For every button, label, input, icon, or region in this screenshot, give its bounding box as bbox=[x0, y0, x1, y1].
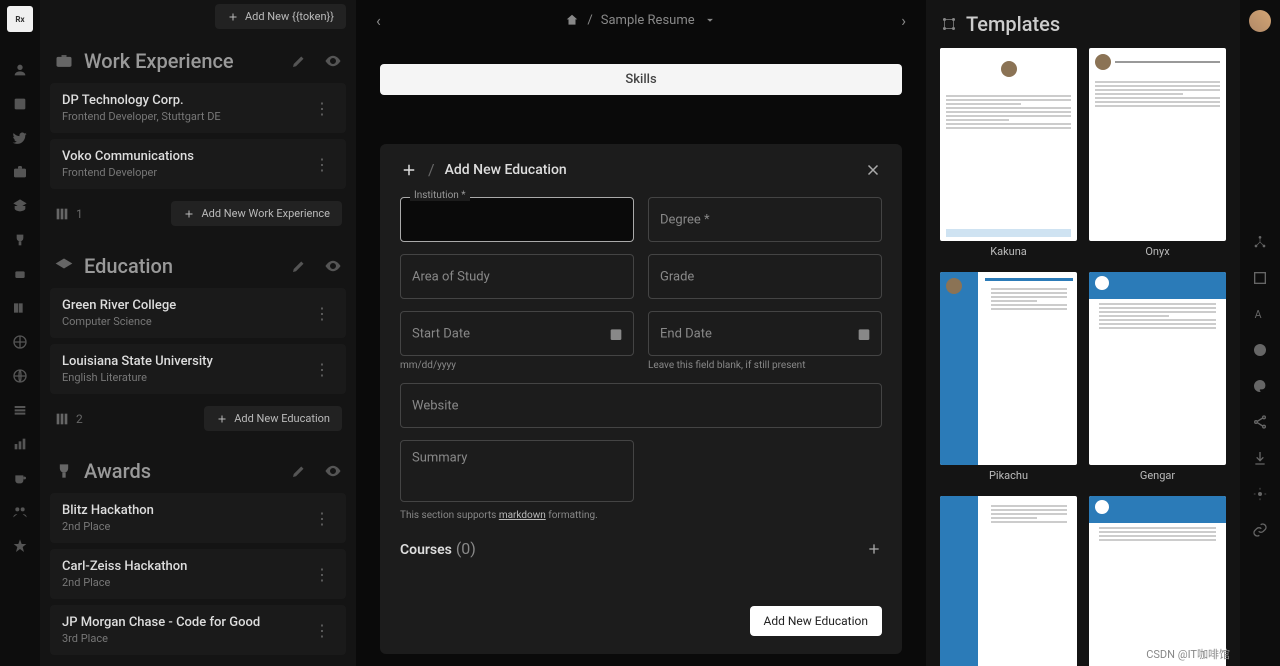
item-menu-icon[interactable]: ⋮ bbox=[310, 356, 334, 383]
visibility-icon[interactable] bbox=[324, 257, 342, 275]
trophy-icon bbox=[54, 461, 74, 481]
markdown-link[interactable]: markdown bbox=[499, 510, 546, 521]
next-arrow-icon[interactable]: › bbox=[893, 7, 914, 34]
compass-icon[interactable] bbox=[10, 332, 30, 352]
award-item[interactable]: JP Morgan Chase - Code for Good3rd Place… bbox=[50, 605, 346, 655]
chevron-down-icon bbox=[703, 13, 717, 27]
calendar-icon[interactable] bbox=[608, 326, 624, 342]
visibility-icon[interactable] bbox=[324, 462, 342, 480]
watermark: CSDN @IT咖啡馆 bbox=[1146, 646, 1230, 662]
download-icon[interactable] bbox=[1252, 450, 1268, 470]
award-item[interactable]: Blitz Hackathon2nd Place ⋮ bbox=[50, 493, 346, 543]
work-item[interactable]: DP Technology Corp.Frontend Developer, S… bbox=[50, 83, 346, 133]
calendar-icon[interactable] bbox=[856, 326, 872, 342]
edit-icon[interactable] bbox=[290, 462, 308, 480]
templates-panel: Templates Kakuna Onyx Pikachu Gengar bbox=[926, 0, 1240, 666]
app-logo[interactable]: Rx bbox=[7, 6, 33, 32]
star-icon[interactable] bbox=[10, 536, 30, 556]
breadcrumb[interactable]: / Sample Resume bbox=[565, 13, 716, 28]
section-header-work: Work Experience bbox=[50, 39, 346, 83]
prev-arrow-icon[interactable]: ‹ bbox=[368, 7, 389, 34]
education-modal: / Add New Education Institution * Degree… bbox=[380, 144, 902, 654]
close-icon[interactable] bbox=[864, 161, 882, 179]
item-menu-icon[interactable]: ⋮ bbox=[310, 561, 334, 588]
section-header-awards: Awards bbox=[50, 449, 346, 493]
award-item[interactable]: Carl-Zeiss Hackathon2nd Place ⋮ bbox=[50, 549, 346, 599]
modal-title: Add New Education bbox=[445, 162, 567, 178]
website-field[interactable]: Website bbox=[400, 383, 882, 428]
degree-field[interactable]: Degree * bbox=[648, 197, 882, 242]
item-menu-icon[interactable]: ⋮ bbox=[310, 505, 334, 532]
edit-icon[interactable] bbox=[290, 52, 308, 70]
grid-icon[interactable] bbox=[1252, 270, 1268, 290]
link-icon[interactable] bbox=[1252, 522, 1268, 542]
font-icon[interactable]: A bbox=[1252, 306, 1268, 326]
education-item[interactable]: Green River CollegeComputer Science ⋮ bbox=[50, 288, 346, 338]
template-item[interactable] bbox=[940, 496, 1077, 666]
left-icon-rail: Rx bbox=[0, 0, 40, 666]
svg-text:A: A bbox=[1255, 308, 1262, 321]
settings-icon[interactable] bbox=[1252, 486, 1268, 506]
graduation-icon bbox=[54, 256, 74, 276]
home-icon bbox=[565, 13, 579, 27]
template-item[interactable] bbox=[1089, 496, 1226, 666]
add-education-button[interactable]: Add New Education bbox=[204, 406, 342, 431]
visibility-icon[interactable] bbox=[324, 52, 342, 70]
twitter-icon[interactable] bbox=[10, 128, 30, 148]
book-icon[interactable] bbox=[10, 94, 30, 114]
columns-indicator[interactable]: 2 bbox=[54, 411, 83, 427]
chart-icon[interactable] bbox=[10, 434, 30, 454]
template-gengar[interactable]: Gengar bbox=[1089, 272, 1226, 482]
template-kakuna[interactable]: Kakuna bbox=[940, 48, 1077, 258]
briefcase-icon bbox=[54, 51, 74, 71]
education-item[interactable]: Louisiana State UniversityEnglish Litera… bbox=[50, 344, 346, 394]
start-date-field[interactable]: Start Date bbox=[400, 311, 634, 356]
item-menu-icon[interactable]: ⋮ bbox=[310, 617, 334, 644]
item-menu-icon[interactable]: ⋮ bbox=[310, 300, 334, 327]
profile-icon[interactable] bbox=[10, 60, 30, 80]
resume-preview: Skills bbox=[380, 64, 902, 95]
robot-icon[interactable] bbox=[10, 264, 30, 284]
plus-icon[interactable] bbox=[400, 161, 418, 179]
templates-icon bbox=[940, 15, 958, 33]
work-item[interactable]: Voko CommunicationsFrontend Developer ⋮ bbox=[50, 139, 346, 189]
center-area: ‹ / Sample Resume › Skills / Add New Edu… bbox=[356, 0, 926, 666]
theme-icon[interactable] bbox=[1252, 378, 1268, 398]
section-header-education: Education bbox=[50, 244, 346, 288]
stack-icon[interactable] bbox=[10, 400, 30, 420]
template-pikachu[interactable]: Pikachu bbox=[940, 272, 1077, 482]
coffee-icon[interactable] bbox=[10, 468, 30, 488]
item-menu-icon[interactable]: ⋮ bbox=[310, 95, 334, 122]
share-icon[interactable] bbox=[1252, 414, 1268, 434]
library-icon[interactable] bbox=[10, 298, 30, 318]
trophy-icon[interactable] bbox=[10, 230, 30, 250]
grade-field[interactable]: Grade bbox=[648, 254, 882, 299]
right-icon-rail: A bbox=[1240, 0, 1280, 666]
briefcase-icon[interactable] bbox=[10, 162, 30, 182]
summary-field[interactable]: Summary bbox=[400, 440, 634, 506]
institution-field[interactable]: Institution * bbox=[400, 197, 634, 242]
people-icon[interactable] bbox=[10, 502, 30, 522]
area-field[interactable]: Area of Study bbox=[400, 254, 634, 299]
user-avatar[interactable] bbox=[1249, 10, 1271, 32]
item-menu-icon[interactable]: ⋮ bbox=[310, 151, 334, 178]
columns-indicator[interactable]: 1 bbox=[54, 206, 83, 222]
end-date-field[interactable]: End Date bbox=[648, 311, 882, 356]
submit-education-button[interactable]: Add New Education bbox=[750, 606, 882, 636]
palette-icon[interactable] bbox=[1252, 342, 1268, 362]
add-course-icon[interactable] bbox=[866, 541, 882, 557]
add-work-button[interactable]: Add New Work Experience bbox=[171, 201, 342, 226]
left-panel: Add New {{token}} Work Experience DP Tec… bbox=[40, 0, 356, 666]
education-icon[interactable] bbox=[10, 196, 30, 216]
add-new-token-button[interactable]: Add New {{token}} bbox=[215, 4, 346, 29]
edit-icon[interactable] bbox=[290, 257, 308, 275]
template-onyx[interactable]: Onyx bbox=[1089, 48, 1226, 258]
globe-icon[interactable] bbox=[10, 366, 30, 386]
structure-icon[interactable] bbox=[1252, 234, 1268, 254]
